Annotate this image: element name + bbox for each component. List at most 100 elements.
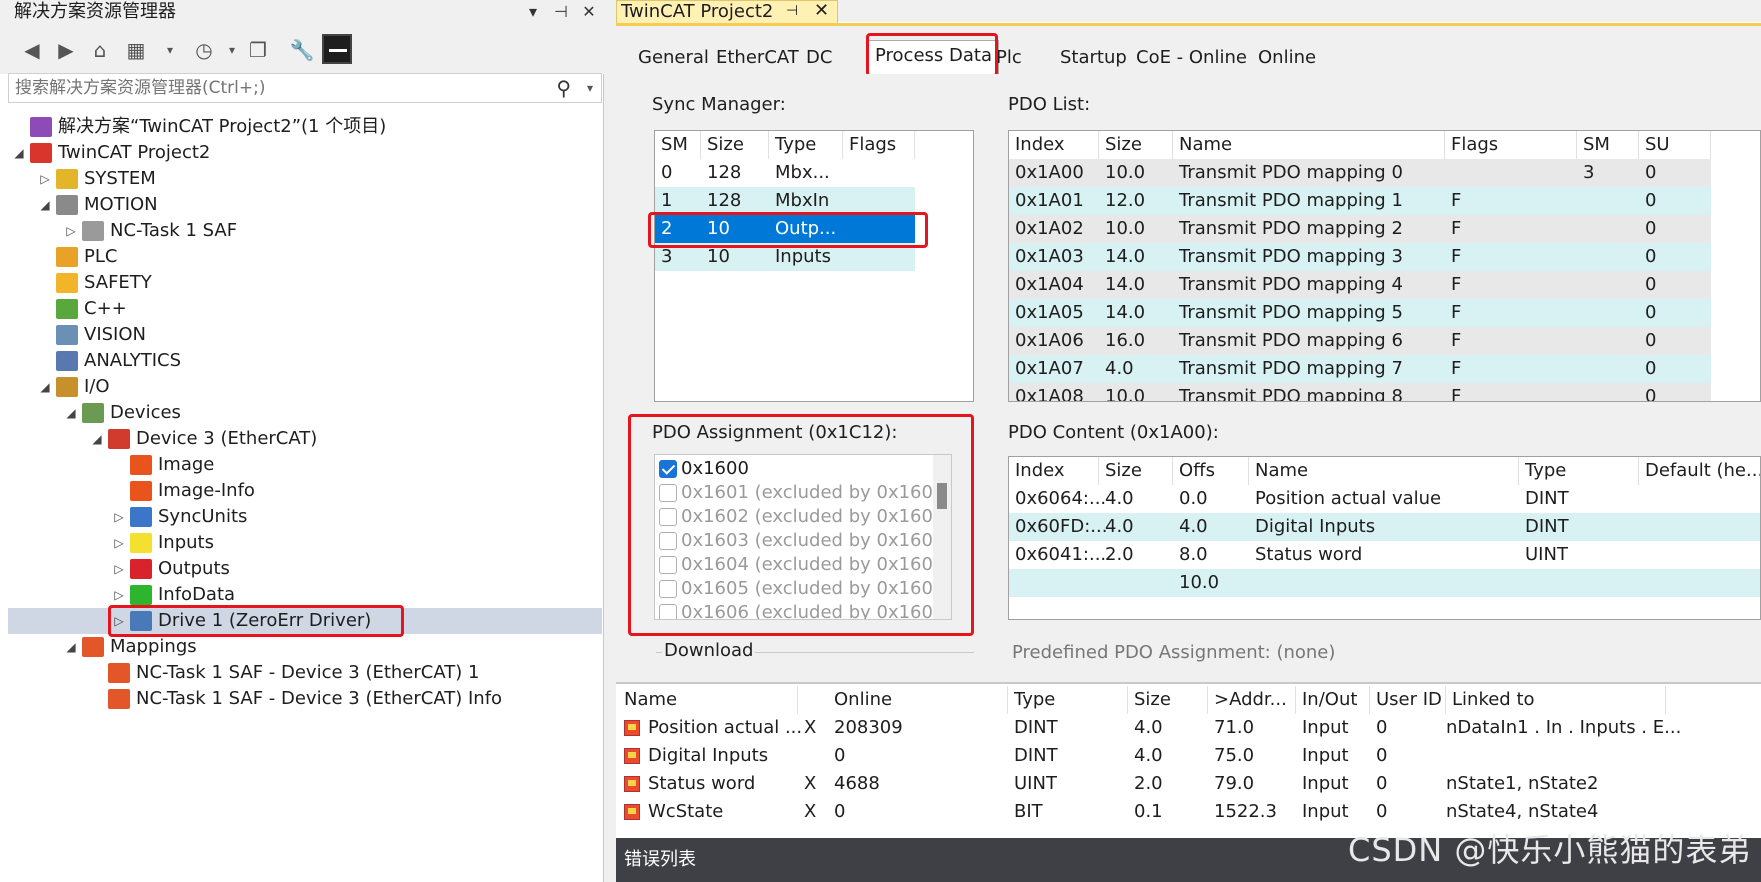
expand-arrow-icon[interactable]: ▷ — [112, 504, 126, 530]
sync-manager-row[interactable]: 1 128 MbxIn — [655, 187, 915, 215]
collapse-arrow-icon[interactable]: ◢ — [12, 140, 26, 166]
col-sm[interactable]: SM — [1577, 131, 1639, 159]
dropdown-icon[interactable]: ▾ — [520, 0, 546, 24]
tree-node[interactable]: ◢ Mappings — [0, 634, 600, 660]
tab-startup[interactable]: Startup — [1054, 44, 1133, 72]
search-icon[interactable]: ⚲ — [556, 74, 571, 102]
col-name[interactable]: Name — [618, 686, 798, 714]
tree-node[interactable]: ▷ SYSTEM — [0, 166, 600, 192]
pane-splitter[interactable] — [604, 0, 616, 882]
col-inout[interactable]: In/Out — [1296, 686, 1370, 714]
tree-node[interactable]: SAFETY — [0, 270, 600, 296]
pdo-content-row[interactable]: 0x60FD:... 4.0 4.0 Digital Inputs DINT — [1009, 513, 1760, 541]
pdo-list-row[interactable]: 0x1A08 10.0 Transmit PDO mapping 8 F 0 — [1009, 383, 1711, 401]
search-input[interactable] — [15, 76, 555, 100]
error-list-label[interactable]: 错误列表 — [624, 846, 696, 874]
expand-arrow-icon[interactable]: ▷ — [64, 218, 78, 244]
pdo-list-row[interactable]: 0x1A02 10.0 Transmit PDO mapping 2 F 0 — [1009, 215, 1711, 243]
preview-selected-icon[interactable] — [322, 34, 352, 64]
col-addr[interactable]: >Addr... — [1208, 686, 1296, 714]
col-online[interactable]: Online — [828, 686, 1008, 714]
tree-node[interactable]: ◢ TwinCAT Project2 — [0, 140, 600, 166]
switch-views-dropdown-icon[interactable]: ▾ — [156, 36, 184, 64]
pdo-list-row[interactable]: 0x1A03 14.0 Transmit PDO mapping 3 F 0 — [1009, 243, 1711, 271]
variable-row[interactable]: Position actual ... X 208309 DINT 4.0 71.0 Inp… — [616, 714, 1761, 742]
variable-row[interactable]: Status word X 4688 UINT 2.0 79.0 Input 0 nState1… — [616, 770, 1761, 798]
document-tab[interactable]: TwinCAT Project2 — [616, 0, 838, 24]
col-type[interactable]: Type — [1519, 457, 1639, 485]
col-offs[interactable]: Offs — [1173, 457, 1249, 485]
collapse-all-icon[interactable]: ❐ — [244, 36, 272, 64]
tab-coe-online[interactable]: CoE - Online — [1130, 44, 1253, 72]
sync-manager-row[interactable]: 0 128 Mbx... — [655, 159, 915, 187]
col-userid[interactable]: User ID — [1370, 686, 1446, 714]
pdo-list-row[interactable]: 0x1A04 14.0 Transmit PDO mapping 4 F 0 — [1009, 271, 1711, 299]
tree-node[interactable]: Image — [0, 452, 600, 478]
tree-node[interactable]: C++ — [0, 296, 600, 322]
pdo-list-row[interactable]: 0x1A05 14.0 Transmit PDO mapping 5 F 0 — [1009, 299, 1711, 327]
pending-changes-icon[interactable]: ◷ — [190, 36, 218, 64]
col-name[interactable]: Name — [1173, 131, 1445, 159]
expand-arrow-icon[interactable]: ▷ — [38, 166, 52, 192]
col-index[interactable]: Index — [1009, 131, 1099, 159]
col-size[interactable]: Size — [1128, 686, 1208, 714]
pdo-content-row[interactable]: 0x6041:... 2.0 8.0 Status word UINT — [1009, 541, 1760, 569]
switch-views-icon[interactable]: ▦ — [122, 36, 150, 64]
tab-dc[interactable]: DC — [800, 44, 838, 72]
properties-wrench-icon[interactable]: 🔧 — [288, 36, 316, 64]
tree-node[interactable]: ▷ Outputs — [0, 556, 600, 582]
variable-row[interactable]: Digital Inputs 0 DINT 4.0 75.0 Input 0 — [616, 742, 1761, 770]
pdo-list[interactable]: Index Size Name Flags SM SU 0x1A00 10.0 Tr… — [1008, 130, 1761, 402]
tab-ethercat[interactable]: EtherCAT — [710, 44, 805, 72]
tree-node[interactable]: ◢ MOTION — [0, 192, 600, 218]
tree-node[interactable]: ◢ Devices — [0, 400, 600, 426]
col-type[interactable]: Type — [1008, 686, 1128, 714]
collapse-arrow-icon[interactable]: ◢ — [64, 400, 78, 426]
col-index[interactable]: Index — [1009, 457, 1099, 485]
expand-arrow-icon[interactable]: ▷ — [112, 530, 126, 556]
sync-manager-list[interactable]: SM Size Type Flags 0 128 Mbx... 1 128 MbxIn 2 1… — [654, 130, 974, 402]
collapse-arrow-icon[interactable]: ◢ — [90, 426, 104, 452]
tree-node[interactable]: VISION — [0, 322, 600, 348]
tree-node[interactable]: ◢ I/O — [0, 374, 600, 400]
collapse-arrow-icon[interactable]: ◢ — [38, 374, 52, 400]
tree-node[interactable]: Image-Info — [0, 478, 600, 504]
tab-close-icon[interactable]: ✕ — [814, 0, 829, 22]
col-flags[interactable]: Flags — [1445, 131, 1577, 159]
collapse-arrow-icon[interactable]: ◢ — [38, 192, 52, 218]
col-linked-to[interactable]: Linked to — [1446, 686, 1666, 714]
col-size[interactable]: Size — [701, 131, 769, 159]
col-size[interactable]: Size — [1099, 457, 1173, 485]
home-icon[interactable]: ⌂ — [86, 36, 114, 64]
tree-node[interactable]: ◢ Device 3 (EtherCAT) — [0, 426, 600, 452]
pdo-content-row[interactable]: 0x6064:... 4.0 0.0 Position actual value DIN… — [1009, 485, 1760, 513]
pdo-list-row[interactable]: 0x1A07 4.0 Transmit PDO mapping 7 F 0 — [1009, 355, 1711, 383]
tree-node[interactable]: NC-Task 1 SAF - Device 3 (EtherCAT) 1 — [0, 660, 600, 686]
col-su[interactable]: SU — [1639, 131, 1711, 159]
col-name[interactable]: Name — [1249, 457, 1519, 485]
close-icon[interactable]: ✕ — [576, 0, 602, 24]
tab-general[interactable]: General — [632, 44, 715, 72]
tab-pin-icon[interactable]: ⊣ — [786, 0, 798, 22]
col-sm[interactable]: SM — [655, 131, 701, 159]
col-flags[interactable]: Flags — [843, 131, 915, 159]
pdo-content-row[interactable]: 10.0 — [1009, 569, 1760, 597]
tree-node[interactable]: ▷ NC-Task 1 SAF — [0, 218, 600, 244]
search-options-dropdown-icon[interactable]: ▾ — [587, 74, 593, 102]
pending-changes-dropdown-icon[interactable]: ▾ — [218, 36, 246, 64]
tab-online[interactable]: Online — [1252, 44, 1322, 72]
tree-node[interactable]: ANALYTICS — [0, 348, 600, 374]
tree-node[interactable]: ▷ Inputs — [0, 530, 600, 556]
expand-arrow-icon[interactable]: ▷ — [112, 556, 126, 582]
pdo-list-row[interactable]: 0x1A00 10.0 Transmit PDO mapping 0 3 0 — [1009, 159, 1711, 187]
pin-icon[interactable]: ⊣ — [548, 0, 574, 24]
tree-node[interactable]: NC-Task 1 SAF - Device 3 (EtherCAT) Info — [0, 686, 600, 712]
forward-icon[interactable]: ▶ — [52, 36, 80, 64]
pdo-content-list[interactable]: Index Size Offs Name Type Default (he...… — [1008, 456, 1761, 620]
col-default[interactable]: Default (he... — [1639, 457, 1760, 485]
tree-node[interactable]: ▷ SyncUnits — [0, 504, 600, 530]
pdo-list-row[interactable]: 0x1A01 12.0 Transmit PDO mapping 1 F 0 — [1009, 187, 1711, 215]
pdo-list-row[interactable]: 0x1A06 16.0 Transmit PDO mapping 6 F 0 — [1009, 327, 1711, 355]
col-size[interactable]: Size — [1099, 131, 1173, 159]
collapse-arrow-icon[interactable]: ◢ — [64, 634, 78, 660]
